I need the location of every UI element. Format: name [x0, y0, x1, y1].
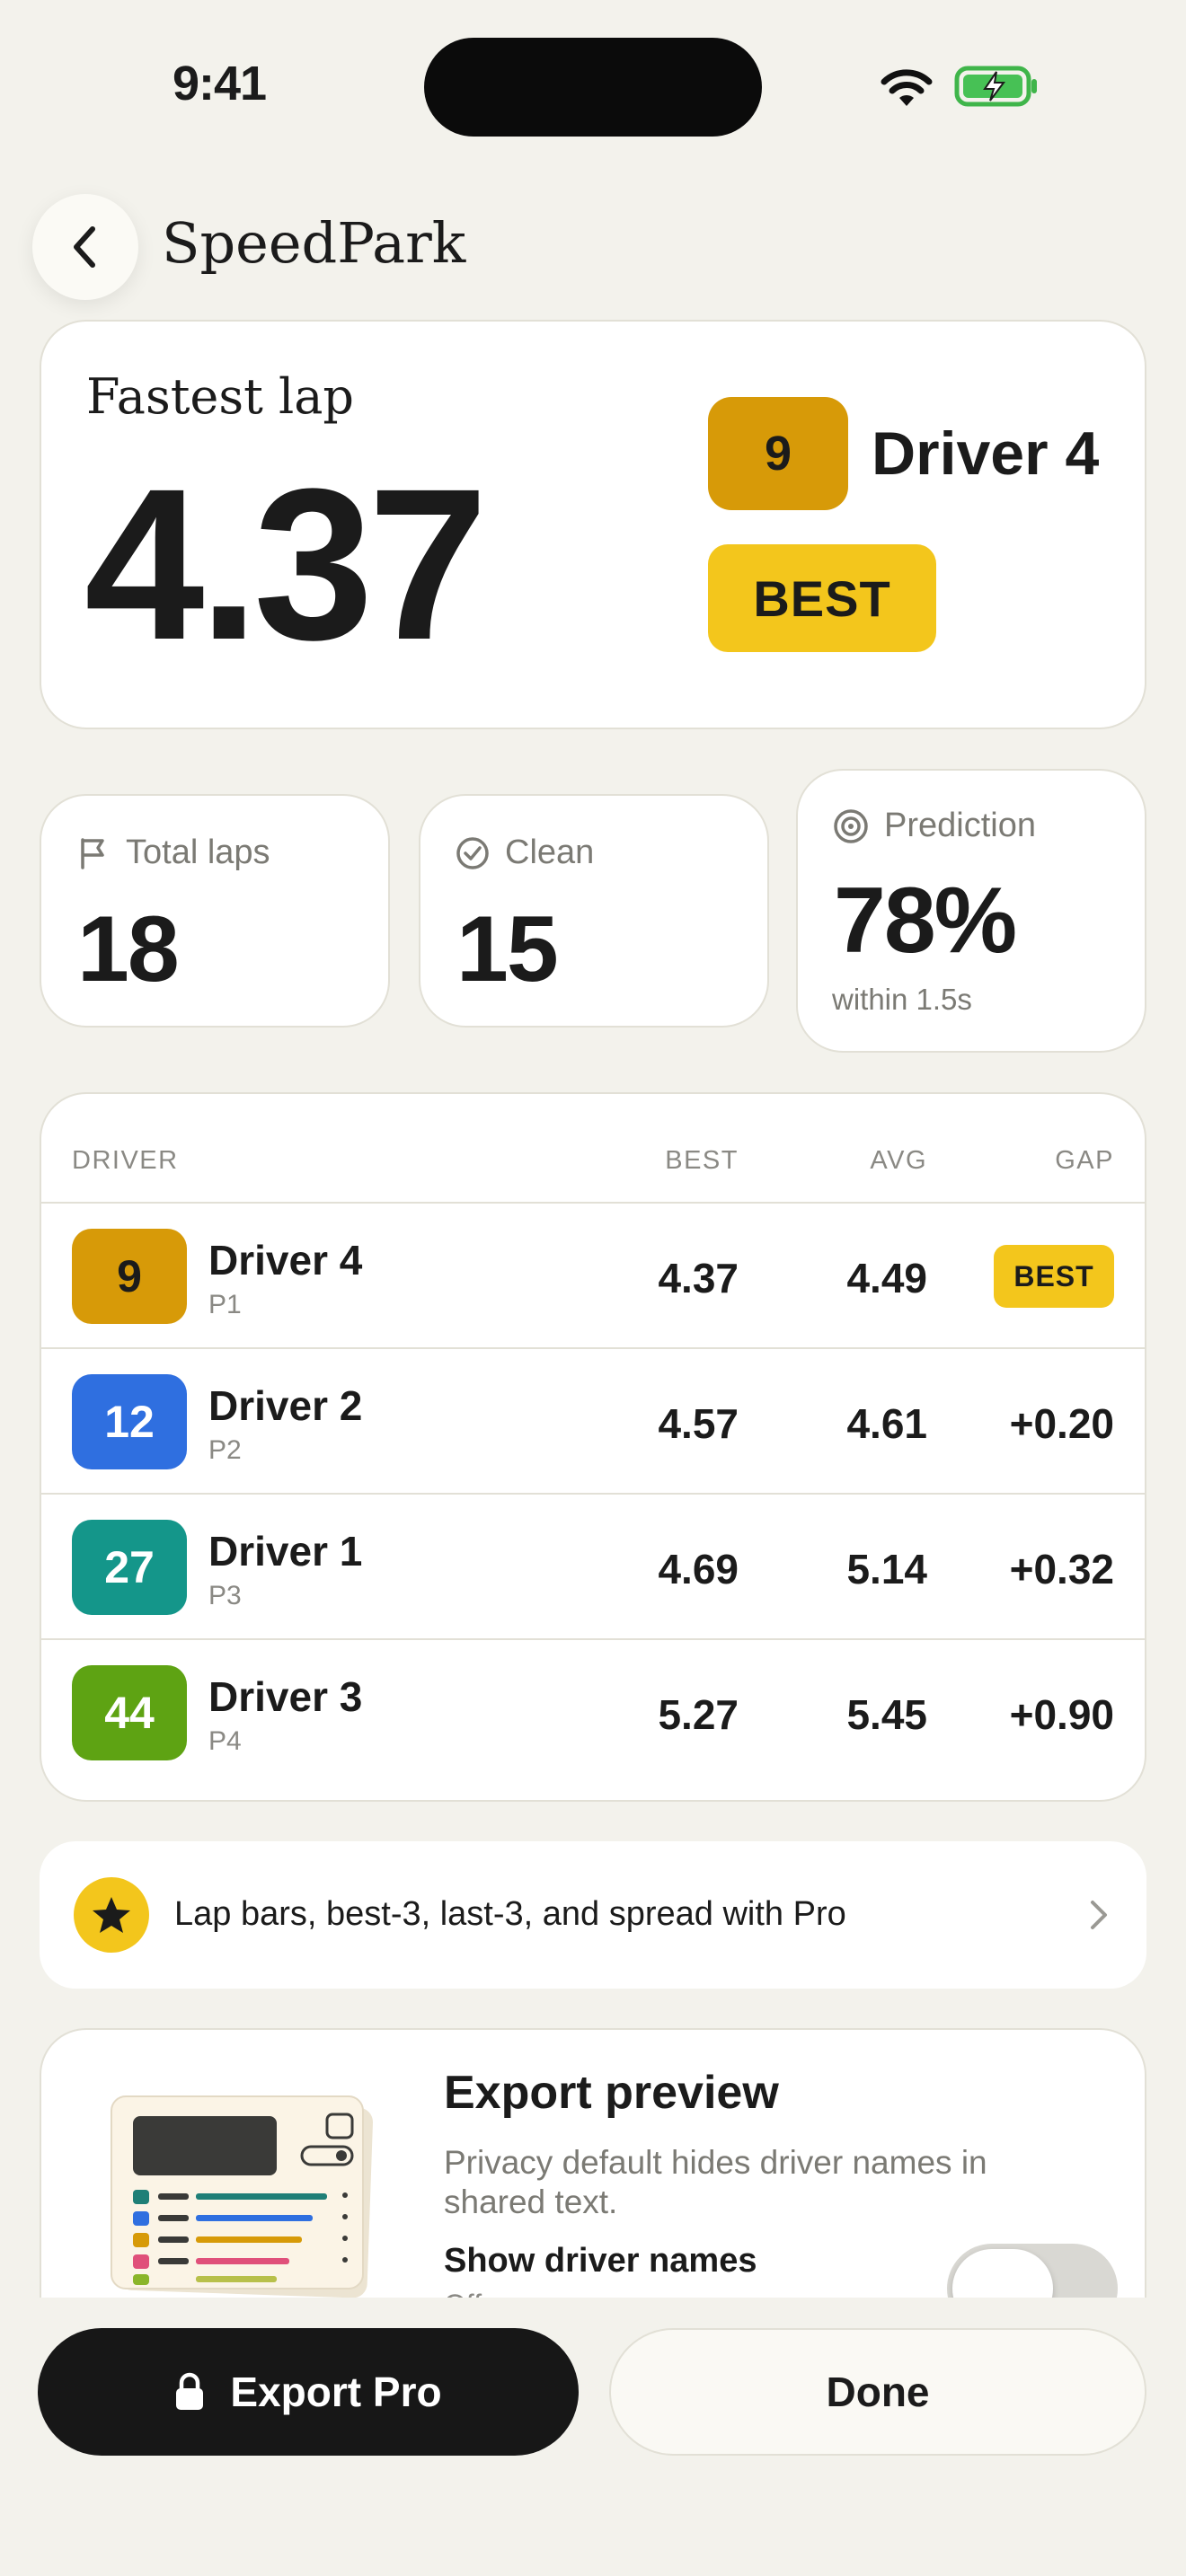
fastest-driver-name: Driver 4	[872, 419, 1100, 488]
chevron-left-icon	[74, 226, 95, 268]
header-gap: GAP	[1055, 1146, 1114, 1175]
driver-position: P2	[208, 1435, 242, 1465]
bottom-action-bar: Export Pro Done	[0, 2298, 1186, 2576]
driver-position: P4	[208, 1726, 242, 1756]
total-laps-card: Total laps 18	[40, 794, 390, 1028]
clean-laps-value: 15	[456, 897, 559, 1001]
done-button[interactable]: Done	[609, 2328, 1146, 2456]
table-row[interactable]: 27 Driver 1 P3 4.69 5.14 +0.32	[41, 1495, 1145, 1640]
driver-name: Driver 1	[208, 1528, 363, 1575]
chevron-right-icon	[1091, 1901, 1107, 1929]
table-row[interactable]: 44 Driver 3 P4 5.27 5.45 +0.90	[41, 1640, 1145, 1786]
pro-upsell-text: Lap bars, best-3, last-3, and spread wit…	[174, 1895, 846, 1933]
best-time: 5.27	[658, 1691, 739, 1738]
table-row[interactable]: 12 Driver 2 P2 4.57 4.61 +0.20	[41, 1349, 1145, 1495]
driver-name: Driver 4	[208, 1237, 363, 1284]
driver-position: P3	[208, 1581, 242, 1610]
gap-value: +0.90	[1009, 1691, 1114, 1738]
back-button[interactable]	[32, 194, 138, 300]
pro-upsell-banner[interactable]: Lap bars, best-3, last-3, and spread wit…	[40, 1841, 1146, 1989]
driver-name: Driver 2	[208, 1382, 363, 1429]
leaderboard-table: DRIVER BEST AVG GAP 9 Driver 4 P1 4.37 4…	[40, 1092, 1146, 1802]
battery-charging-icon	[954, 66, 1037, 107]
best-badge: BEST	[708, 544, 936, 652]
status-time: 9:41	[173, 57, 267, 110]
done-label: Done	[826, 2369, 930, 2415]
flag-icon	[81, 837, 104, 869]
prediction-value: 78%	[834, 869, 1017, 973]
driver-number-badge: 9	[72, 1229, 187, 1324]
lock-icon	[176, 2372, 204, 2410]
gap-best-badge: BEST	[994, 1245, 1114, 1308]
avg-time: 4.61	[846, 1400, 927, 1447]
show-driver-names-label: Show driver names	[444, 2242, 757, 2280]
export-preview-description: Privacy default hides driver names in sh…	[444, 2144, 987, 2220]
total-laps-label: Total laps	[126, 834, 270, 871]
gap-value: +0.32	[1009, 1546, 1114, 1592]
driver-number-badge: 12	[72, 1374, 187, 1469]
star-icon	[74, 1877, 149, 1953]
driver-number-badge: 9	[708, 397, 848, 510]
wifi-icon	[881, 69, 933, 106]
clean-laps-label: Clean	[505, 834, 595, 871]
check-circle-icon	[456, 836, 489, 869]
clean-laps-card: Clean 15	[419, 794, 769, 1028]
target-icon	[834, 808, 868, 843]
header-best: BEST	[665, 1146, 739, 1175]
header-driver: DRIVER	[72, 1146, 179, 1175]
page-title: SpeedPark	[162, 210, 466, 276]
driver-name: Driver 3	[208, 1673, 363, 1720]
export-preview-illustration-icon	[111, 2095, 373, 2298]
avg-time: 5.14	[846, 1546, 927, 1592]
export-pro-label: Export Pro	[230, 2369, 442, 2415]
table-row[interactable]: 9 Driver 4 P1 4.37 4.49 BEST	[41, 1204, 1145, 1349]
fastest-lap-card: Fastest lap 4.37 9 Driver 4 BEST	[40, 320, 1146, 729]
table-header: DRIVER BEST AVG GAP	[41, 1094, 1145, 1204]
best-time: 4.57	[658, 1400, 739, 1447]
fastest-lap-label: Fastest lap	[86, 368, 354, 425]
total-laps-value: 18	[77, 897, 180, 1001]
prediction-subtext: within 1.5s	[832, 983, 972, 1016]
prediction-card: Prediction 78% within 1.5s	[796, 769, 1146, 1053]
driver-number-badge: 44	[72, 1665, 187, 1760]
avg-time: 5.45	[846, 1691, 927, 1738]
export-pro-button[interactable]: Export Pro	[38, 2328, 579, 2456]
dynamic-island	[424, 38, 762, 137]
driver-position: P1	[208, 1290, 242, 1319]
gap-value: +0.20	[1009, 1400, 1114, 1447]
best-time: 4.37	[658, 1255, 739, 1301]
fastest-lap-time: 4.37	[84, 444, 488, 684]
export-preview-title: Export preview	[444, 2067, 779, 2119]
prediction-label: Prediction	[884, 807, 1036, 844]
header-avg: AVG	[870, 1146, 927, 1175]
avg-time: 4.49	[846, 1255, 927, 1301]
best-time: 4.69	[658, 1546, 739, 1592]
driver-number-badge: 27	[72, 1520, 187, 1615]
